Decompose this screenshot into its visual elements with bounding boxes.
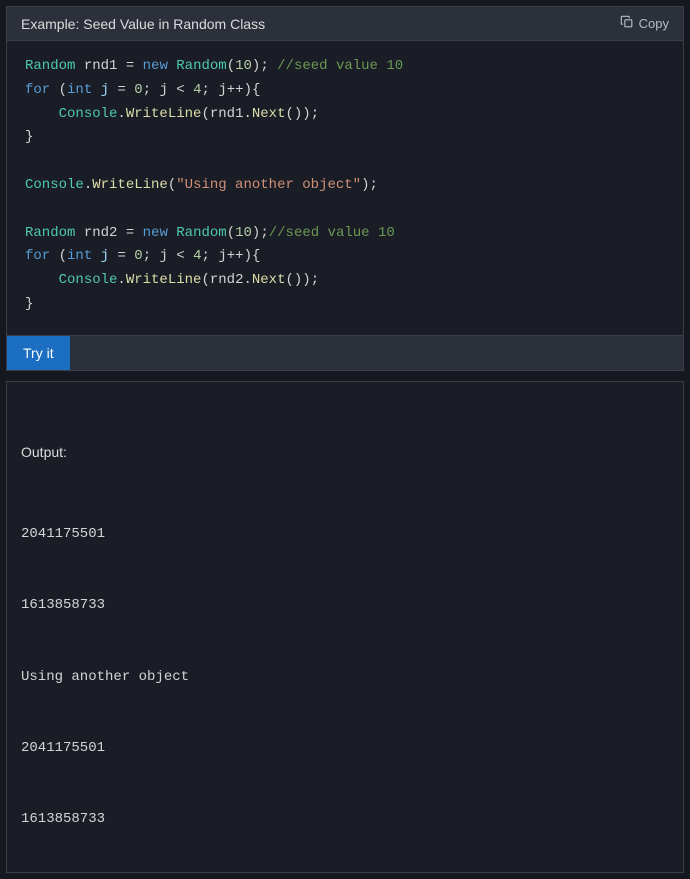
output-container: Output: 2041175501 1613858733 Using anot… (6, 381, 684, 873)
code-line-1: Random rnd1 = new Random(10); //seed val… (25, 58, 403, 74)
copy-label: Copy (639, 16, 669, 31)
output-line: 1613858733 (21, 594, 669, 618)
tryit-bar: Try it (7, 335, 683, 370)
code-line-4: } (25, 129, 33, 145)
copy-icon (620, 15, 634, 32)
code-line-5: Console.WriteLine("Using another object"… (25, 177, 378, 193)
code-line-2: for (int j = 0; j < 4; j++){ (25, 82, 260, 98)
example-header: Example: Seed Value in Random Class Copy (7, 7, 683, 41)
code-line-6: Random rnd2 = new Random(10);//seed valu… (25, 225, 395, 241)
output-line: 2041175501 (21, 523, 669, 547)
code-line-9: } (25, 296, 33, 312)
example-container: Example: Seed Value in Random Class Copy… (6, 6, 684, 371)
output-line: 2041175501 (21, 737, 669, 761)
code-line-3: Console.WriteLine(rnd1.Next()); (25, 106, 319, 122)
output-line: 1613858733 (21, 808, 669, 832)
try-it-button[interactable]: Try it (7, 336, 70, 370)
code-line-8: Console.WriteLine(rnd2.Next()); (25, 272, 319, 288)
code-block: Random rnd1 = new Random(10); //seed val… (7, 41, 683, 335)
example-title: Example: Seed Value in Random Class (21, 16, 265, 32)
output-label: Output: (21, 441, 669, 465)
copy-button[interactable]: Copy (620, 15, 669, 32)
output-line: Using another object (21, 666, 669, 690)
code-line-7: for (int j = 0; j < 4; j++){ (25, 248, 260, 264)
